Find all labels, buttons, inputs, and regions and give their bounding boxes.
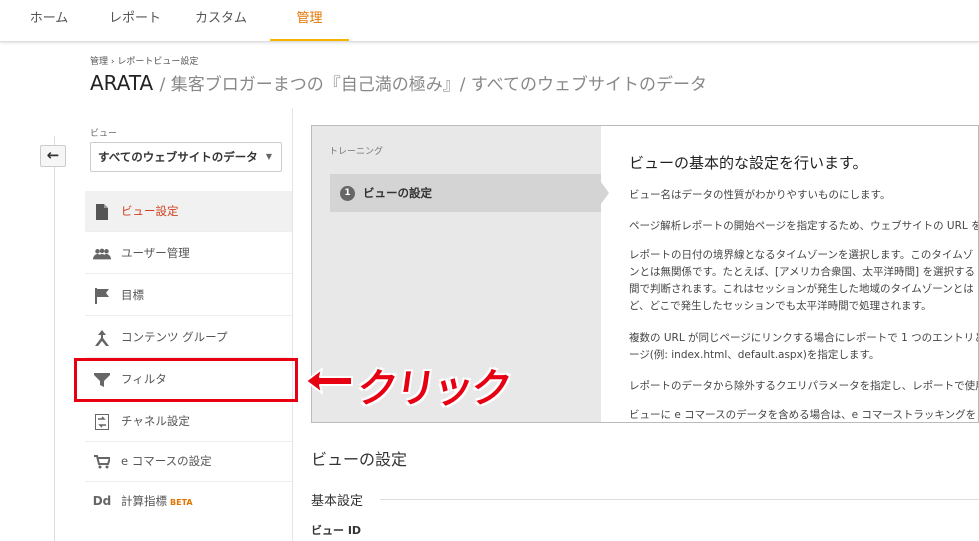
sidebar-item-calculated-metrics[interactable]: Dd 計算指標 BETA xyxy=(85,481,292,522)
tab-home[interactable]: ホーム xyxy=(14,0,84,41)
beta-badge: BETA xyxy=(170,498,193,507)
sidebar-item-channel-settings[interactable]: チャネル設定 xyxy=(85,401,292,442)
column-divider xyxy=(54,136,55,541)
sidebar-item-label: チャネル設定 xyxy=(121,414,190,428)
training-paragraph: レポートのデータから除外するクエリパラメータを指定し、レポートで使用 xyxy=(629,380,979,392)
sidebar-item-label: e コマースの設定 xyxy=(121,454,212,468)
sidebar-item-goals[interactable]: 目標 xyxy=(85,275,292,316)
basic-settings-rule xyxy=(380,499,979,500)
people-icon xyxy=(93,233,111,274)
training-paragraph: レポートの日付の境界線となるタイムゾーンを選択します。このタイムゾ ンとは無関係… xyxy=(629,249,975,312)
sidebar-item-label: ユーザー管理 xyxy=(121,246,190,260)
annotation-arrow-icon xyxy=(305,368,353,394)
tab-custom[interactable]: カスタム xyxy=(185,0,257,41)
top-navigation: ホーム レポート カスタム 管理 xyxy=(0,0,979,42)
sidebar-item-label: 計算指標 BETA xyxy=(121,494,193,508)
view-label: ビュー xyxy=(90,129,118,139)
view-id-label: ビュー ID xyxy=(311,524,362,537)
dd-icon: Dd xyxy=(92,494,112,508)
back-button[interactable]: ← xyxy=(40,145,66,167)
breadcrumb-separator: › xyxy=(110,57,115,67)
cart-icon xyxy=(93,441,111,482)
training-paragraph: 複数の URL が同じページにリンクする場合にレポートで 1 つのエントリと ー… xyxy=(629,332,979,361)
document-icon xyxy=(93,191,111,232)
filter-highlight-box xyxy=(74,358,298,402)
page-title: ARATA / 集客ブロガーまつの『自己満の極み』/ すべてのウェブサイトのデー… xyxy=(90,70,707,95)
training-content: ビューの基本的な設定を行います。 ビュー名はデータの性質がわかりやすいものにしま… xyxy=(601,126,979,422)
training-heading: ビューの基本的な設定を行います。 xyxy=(629,154,868,172)
sidebar-divider xyxy=(292,108,293,541)
section-title: ビューの設定 xyxy=(311,450,408,469)
view-selected-value: すべてのウェブサイトのデータ xyxy=(98,150,258,164)
step-number-badge: 1 xyxy=(340,186,355,201)
training-paragraph: ページ解析レポートの開始ページを指定するため、ウェブサイトの URL を xyxy=(629,220,979,232)
sidebar-item-view-settings[interactable]: ビュー設定 xyxy=(85,191,292,232)
sidebar-item-user-management[interactable]: ユーザー管理 xyxy=(85,233,292,274)
breadcrumb-view-settings: レポートビュー設定 xyxy=(117,57,199,67)
chevron-down-icon: ▼ xyxy=(265,152,272,161)
breadcrumb: 管理 › レポートビュー設定 xyxy=(90,54,198,67)
sidebar-item-label: コンテンツ グループ xyxy=(121,330,228,344)
training-step-view-settings[interactable]: 1 ビューの設定 xyxy=(330,174,601,212)
content-group-icon xyxy=(93,317,111,358)
training-label: トレーニング xyxy=(329,147,384,157)
step-label: ビューの設定 xyxy=(363,186,432,200)
view-selector[interactable]: すべてのウェブサイトのデータ ▼ xyxy=(90,142,282,172)
training-paragraph: ビュー名はデータの性質がわかりやすいものにします。 xyxy=(629,189,891,201)
tab-reports[interactable]: レポート xyxy=(100,0,170,41)
training-paragraph: ビューに e コマースのデータを含める場合は、e コマーストラッキングを xyxy=(629,409,977,421)
channel-icon xyxy=(93,401,111,442)
account-name: ARATA xyxy=(90,71,154,95)
flag-icon xyxy=(93,275,111,316)
sidebar-item-content-grouping[interactable]: コンテンツ グループ xyxy=(85,317,292,358)
breadcrumb-admin[interactable]: 管理 xyxy=(90,57,108,67)
back-arrow-icon: ← xyxy=(46,146,60,164)
property-view-path: / 集客ブロガーまつの『自己満の極み』/ すべてのウェブサイトのデータ xyxy=(159,75,708,95)
sidebar-item-label: 目標 xyxy=(121,288,144,302)
sidebar-item-label: ビュー設定 xyxy=(121,204,179,218)
click-annotation-text: クリック xyxy=(354,366,513,412)
sidebar-item-ecommerce-settings[interactable]: e コマースの設定 xyxy=(85,441,292,482)
tab-admin[interactable]: 管理 xyxy=(270,0,349,41)
basic-settings-heading: 基本設定 xyxy=(311,494,364,509)
